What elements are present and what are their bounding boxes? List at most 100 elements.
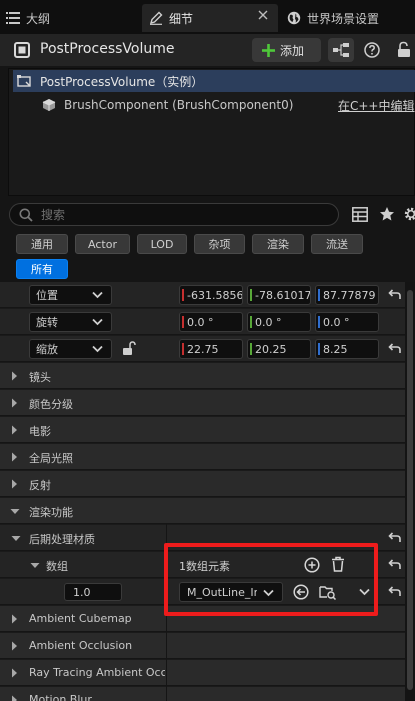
section-color-grading[interactable]: 颜色分级 — [0, 390, 405, 416]
section-rendering-features-label: 渲染功能 — [29, 506, 73, 519]
section-reflections-label: 反射 — [29, 479, 51, 492]
row-rotation: 旋转 0.0 ° 0.0 ° 0.0 ° — [0, 309, 405, 335]
location-y-value: -78.61017 — [255, 288, 311, 302]
chevron-right-icon — [11, 371, 18, 381]
row-scale: 缩放 22.75 20.25 8.25 — [0, 336, 405, 362]
section-ambient-occlusion-label: Ambient Occlusion — [29, 639, 133, 652]
highlight-box — [164, 543, 378, 616]
scale-x-field[interactable]: 22.75 — [179, 339, 243, 359]
section-film[interactable]: 电影 — [0, 417, 405, 443]
row-location: 位置 -631.5856 -78.61017 87.77879 — [0, 282, 405, 308]
tab-world-settings[interactable]: 世界场景设置 — [287, 4, 415, 32]
list-icon — [6, 12, 20, 24]
reset-arrow-icon[interactable] — [387, 288, 403, 304]
scale-mode-select[interactable]: 缩放 — [29, 339, 112, 359]
section-global-illumination[interactable]: 全局光照 — [0, 444, 405, 470]
pencil-icon — [149, 11, 163, 25]
chevron-right-icon — [11, 614, 18, 624]
section-film-label: 电影 — [29, 425, 51, 438]
star-icon[interactable] — [379, 206, 395, 222]
location-mode-select[interactable]: 位置 — [29, 285, 112, 305]
weight-field[interactable]: 1.0 — [64, 583, 122, 601]
filter-streaming[interactable]: 流送 — [311, 234, 363, 254]
component-row-brush[interactable]: BrushComponent (BrushComponent0) 在C++中编辑 — [13, 94, 415, 116]
filter-lod[interactable]: LOD — [137, 234, 187, 254]
add-component-label: 添加 — [280, 43, 305, 58]
section-rendering-features[interactable]: 渲染功能 — [0, 498, 405, 524]
filter-misc[interactable]: 杂项 — [194, 234, 245, 254]
tab-world-settings-label: 世界场景设置 — [307, 11, 380, 26]
location-x-field[interactable]: -631.5856 — [179, 285, 243, 305]
filter-actor-label: Actor — [88, 237, 117, 251]
scale-z-field[interactable]: 8.25 — [315, 339, 379, 359]
section-motion-blur-label: Motion Blur — [29, 693, 92, 701]
rotation-mode-select[interactable]: 旋转 — [29, 312, 112, 332]
tab-outliner[interactable]: 大纲 — [6, 4, 140, 32]
cube-icon — [42, 98, 56, 112]
chevron-down-icon — [10, 508, 20, 515]
edit-in-cpp-link[interactable]: 在C++中编辑 — [338, 97, 415, 114]
location-z-field[interactable]: 87.77879 — [315, 285, 379, 305]
post-process-materials-label: 后期处理材质 — [29, 533, 95, 546]
section-color-grading-label: 颜色分级 — [29, 398, 73, 411]
weight-value: 1.0 — [73, 585, 91, 599]
gear-icon[interactable] — [403, 206, 415, 222]
rotation-x-field[interactable]: 0.0 ° — [179, 312, 243, 332]
filter-all[interactable]: 所有 — [16, 259, 68, 279]
chevron-right-icon — [11, 452, 18, 462]
location-z-value: 87.77879 — [323, 288, 376, 302]
location-y-field[interactable]: -78.61017 — [247, 285, 311, 305]
section-lens[interactable]: 镜头 — [0, 363, 405, 389]
tab-outliner-label: 大纲 — [26, 11, 51, 26]
rotation-y-field[interactable]: 0.0 ° — [247, 312, 311, 332]
close-icon[interactable] — [258, 10, 268, 20]
scale-label: 缩放 — [36, 343, 58, 356]
filter-lod-label: LOD — [150, 237, 174, 251]
reset-arrow-icon[interactable] — [387, 558, 403, 574]
filter-rendering-label: 渲染 — [267, 238, 289, 251]
help-icon[interactable] — [364, 42, 380, 58]
component-row-root[interactable]: PostProcessVolume（实例） — [13, 70, 415, 92]
section-ray-tracing-ao[interactable]: Ray Tracing Ambient Occlu — [0, 660, 405, 686]
reset-arrow-icon[interactable] — [387, 342, 403, 358]
actor-name: PostProcessVolume — [40, 41, 175, 57]
search-icon — [19, 208, 33, 222]
reset-arrow-icon[interactable] — [387, 585, 403, 601]
section-ambient-cubemap-label: Ambient Cubemap — [29, 612, 132, 625]
section-lens-label: 镜头 — [29, 371, 51, 384]
search-box[interactable]: 搜索 — [9, 203, 339, 226]
search-placeholder: 搜索 — [41, 208, 66, 222]
section-reflections[interactable]: 反射 — [0, 471, 405, 497]
reset-arrow-icon[interactable] — [387, 531, 403, 547]
tab-details-label: 细节 — [169, 11, 194, 26]
array-label: 数组 — [46, 560, 68, 573]
blueprint-button[interactable] — [328, 38, 354, 62]
filter-rendering[interactable]: 渲染 — [252, 234, 304, 254]
filter-streaming-label: 流送 — [326, 238, 348, 251]
chevron-down-icon[interactable] — [30, 562, 40, 569]
section-global-illumination-label: 全局光照 — [29, 452, 73, 465]
chevron-right-icon — [11, 425, 18, 435]
tab-details[interactable]: 细节 — [142, 4, 278, 32]
actor-icon — [14, 42, 30, 58]
unlock-icon[interactable] — [122, 341, 136, 356]
filter-general[interactable]: 通用 — [16, 234, 68, 254]
lock-icon[interactable] — [396, 41, 412, 58]
chevron-right-icon — [11, 668, 18, 678]
chevron-down-icon — [92, 318, 103, 326]
chevron-right-icon — [11, 641, 18, 651]
scale-y-value: 20.25 — [255, 342, 287, 356]
rotation-label: 旋转 — [36, 316, 58, 329]
filter-actor[interactable]: Actor — [75, 234, 130, 254]
details-header: PostProcessVolume 添加 — [0, 34, 415, 66]
chevron-right-icon — [11, 398, 18, 408]
filter-misc-label: 杂项 — [208, 238, 231, 251]
scrollbar-thumb[interactable] — [407, 290, 413, 690]
add-component-button[interactable]: 添加 — [252, 38, 321, 62]
rotation-z-field[interactable]: 0.0 ° — [315, 312, 379, 332]
table-view-icon[interactable] — [352, 207, 368, 222]
section-motion-blur[interactable]: Motion Blur — [0, 687, 405, 701]
scale-y-field[interactable]: 20.25 — [247, 339, 311, 359]
section-ambient-occlusion[interactable]: Ambient Occlusion — [0, 633, 405, 659]
component-root-label: PostProcessVolume（实例） — [40, 74, 204, 89]
